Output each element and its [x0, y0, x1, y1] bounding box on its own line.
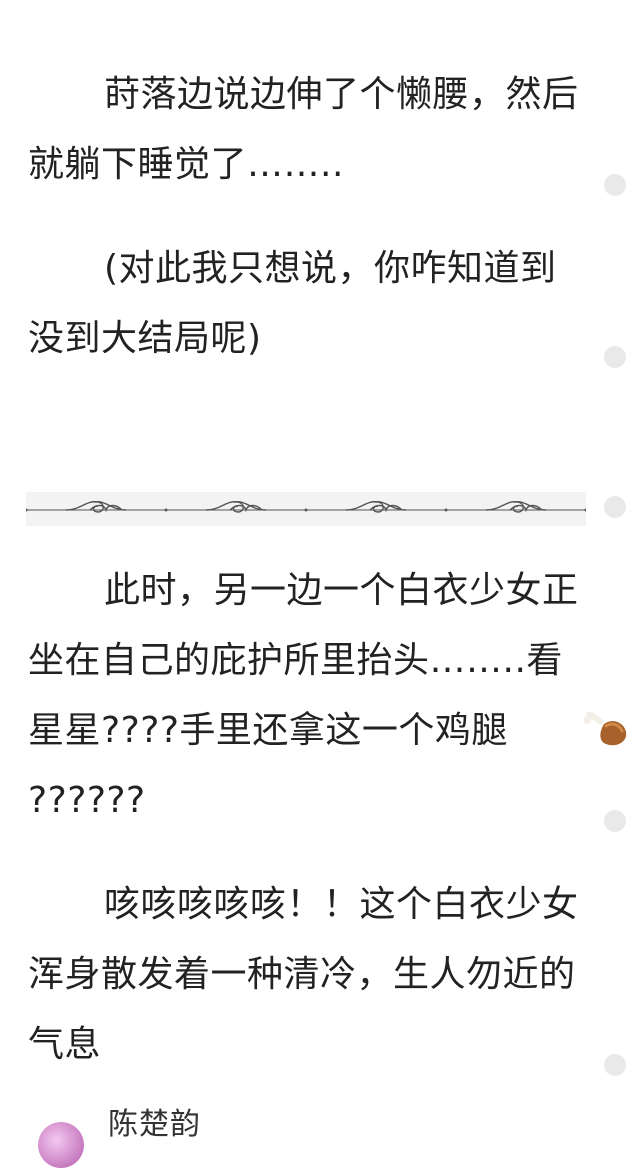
avatar[interactable]	[38, 1122, 84, 1168]
comment-dot[interactable]	[604, 810, 626, 832]
comment-dot[interactable]	[604, 346, 626, 368]
paragraph-4-text: 咳咳咳咳咳！！这个白衣少女浑身散发着一种清冷，生人勿近的气息	[28, 884, 579, 1065]
comment-dot[interactable]	[604, 174, 626, 196]
paragraph-4: 咳咳咳咳咳！！这个白衣少女浑身散发着一种清冷，生人勿近的气息	[28, 870, 588, 1080]
comment-dot[interactable]	[604, 496, 626, 518]
paragraph-1: 莳落边说边伸了个懒腰，然后就躺下睡觉了……..	[28, 60, 588, 200]
username[interactable]: 陈楚韵	[108, 1108, 201, 1142]
paragraph-3-tail: ??????	[28, 780, 146, 821]
comment-dot[interactable]	[604, 1054, 626, 1076]
user-row[interactable]: 陈楚韵	[28, 1100, 628, 1168]
paragraph-2: (对此我只想说，你咋知道到没到大结局呢)	[28, 234, 588, 374]
paragraph-3-text: 此时，另一边一个白衣少女正坐在自己的庇护所里抬头……..看星星????手里还拿这…	[28, 570, 579, 751]
paragraph-3: 此时，另一边一个白衣少女正坐在自己的庇护所里抬头……..看星星????手里还拿这…	[28, 556, 627, 836]
ornamental-divider	[26, 492, 586, 526]
paragraph-2-text: (对此我只想说，你咋知道到没到大结局呢)	[28, 248, 557, 359]
paragraph-1-text: 莳落边说边伸了个懒腰，然后就躺下睡觉了……..	[28, 74, 579, 185]
drumstick-icon	[508, 702, 627, 746]
